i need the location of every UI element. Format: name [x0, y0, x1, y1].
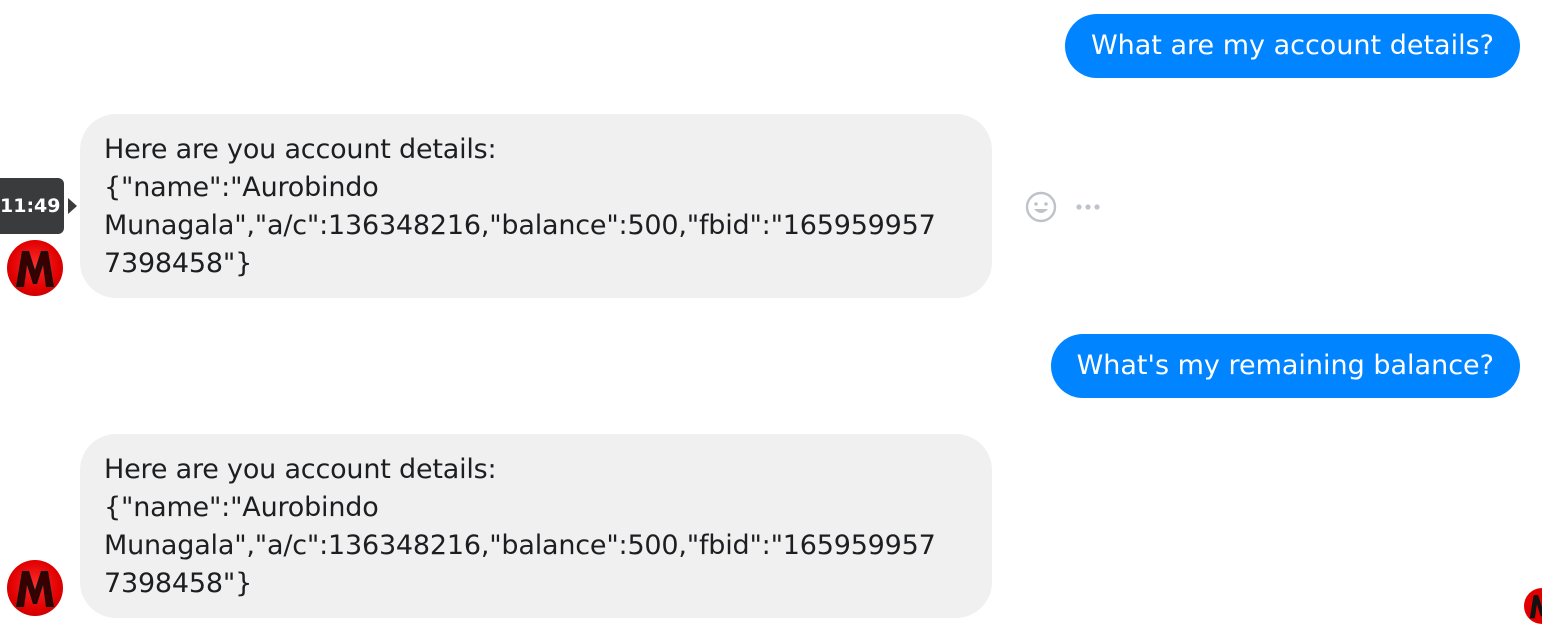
outgoing-message-bubble[interactable]: What are my account details?	[1064, 14, 1520, 78]
smiley-face-icon	[1025, 191, 1057, 223]
message-text: What are my account details?	[1090, 30, 1494, 61]
m-logo-icon	[16, 571, 54, 607]
avatar[interactable]	[7, 560, 63, 616]
timestamp-tooltip: 11:49	[0, 178, 64, 234]
read-receipt-avatar	[1524, 588, 1542, 624]
message-line: 7398458"}	[104, 248, 253, 279]
message-line: Munagala","a/c":136348216,"balance":500,…	[104, 530, 936, 561]
more-options-button[interactable]	[1074, 199, 1108, 215]
m-logo-icon	[16, 251, 54, 287]
ellipsis-icon	[1076, 204, 1100, 210]
message-line: {"name":"Aurobindo	[104, 492, 379, 523]
message-line: {"name":"Aurobindo	[104, 172, 379, 203]
message-line: Munagala","a/c":136348216,"balance":500,…	[104, 210, 936, 241]
message-line: 7398458"}	[104, 568, 253, 599]
message-text: What's my remaining balance?	[1076, 350, 1494, 381]
outgoing-message-bubble[interactable]: What's my remaining balance?	[1050, 334, 1520, 398]
message-line: Here are you account details:	[104, 134, 497, 165]
avatar[interactable]	[7, 240, 63, 296]
chat-thread: What are my account details? 11:49 Here …	[0, 0, 1542, 644]
timestamp-text: 11:49	[0, 195, 61, 217]
tooltip-arrow	[68, 198, 77, 214]
incoming-message-bubble[interactable]: Here are you account details: {"name":"A…	[80, 114, 992, 298]
message-line: Here are you account details:	[104, 454, 497, 485]
m-logo-icon	[1529, 595, 1542, 619]
incoming-message-bubble[interactable]: Here are you account details: {"name":"A…	[80, 434, 992, 618]
react-button[interactable]	[1024, 190, 1058, 224]
